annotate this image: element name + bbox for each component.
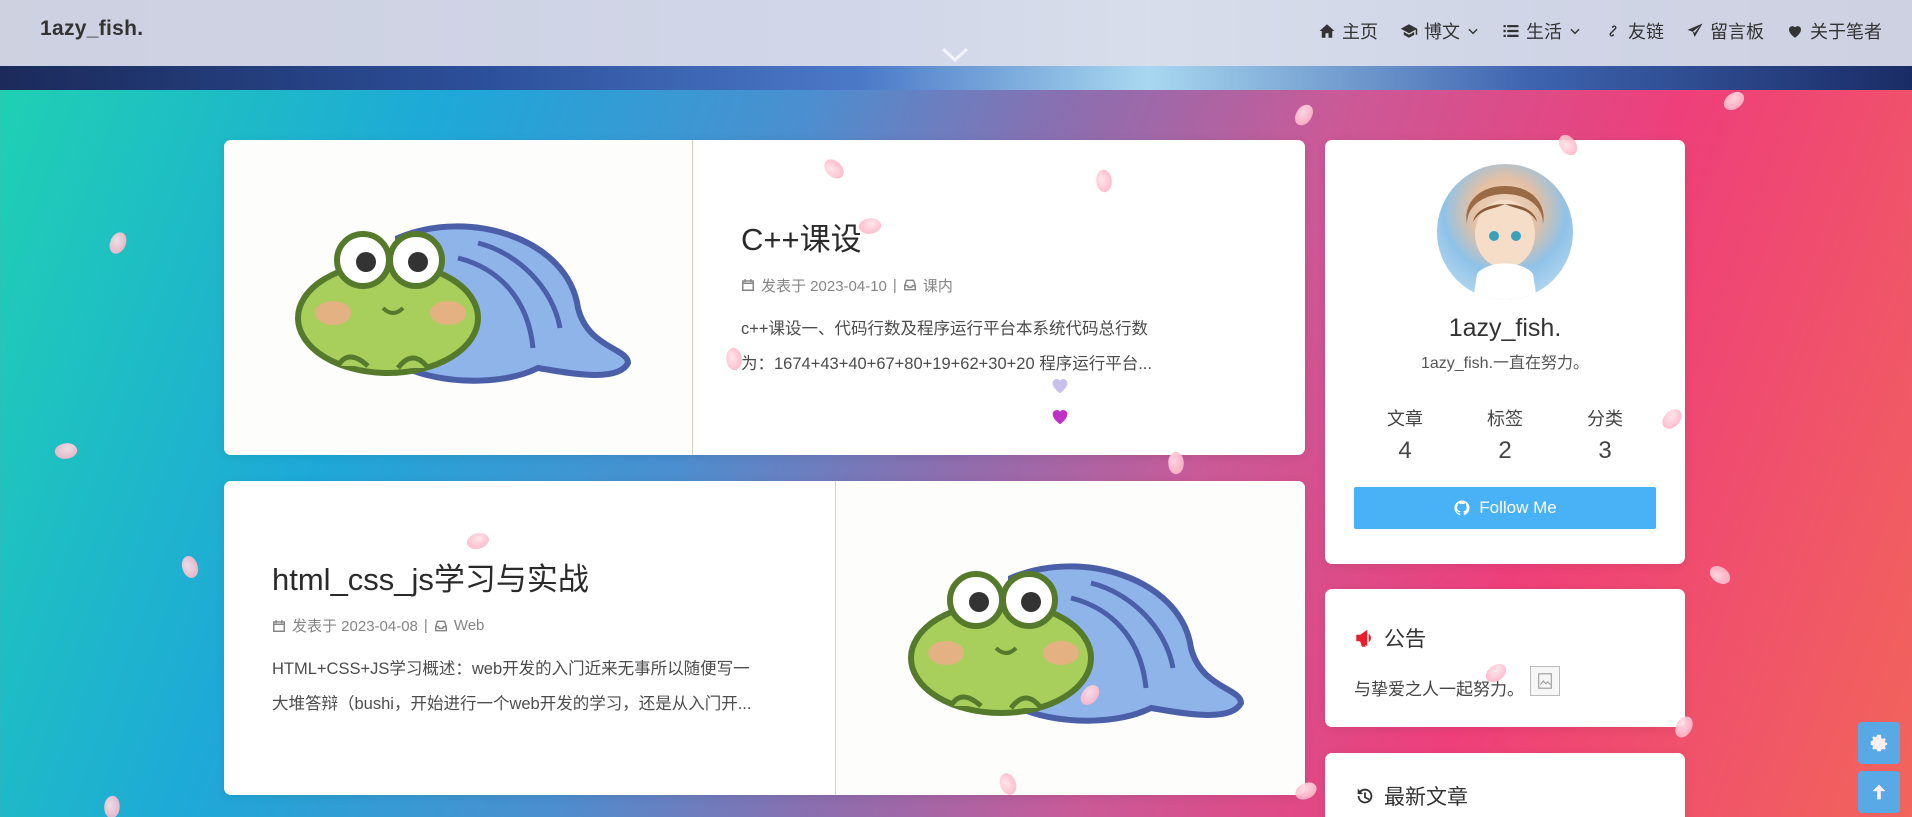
- post-date: 发表于 2023-04-10: [761, 277, 887, 295]
- stat-label: 标签: [1487, 409, 1523, 429]
- nav-item-life[interactable]: 生活: [1502, 18, 1582, 44]
- gear-icon: [1870, 734, 1888, 752]
- post-meta: 发表于 2023-04-08 | Web: [272, 615, 787, 636]
- sakura-petal: [1706, 563, 1734, 587]
- history-icon: [1357, 788, 1373, 804]
- stat-value: 4: [1398, 437, 1412, 464]
- nav-item-home[interactable]: 主页: [1318, 18, 1378, 44]
- nav-item-guestbook[interactable]: 留言板: [1686, 18, 1764, 44]
- post-excerpt: c++课设一、代码行数及程序运行平台本系统代码总行数 为：1674+43+40+…: [741, 312, 1257, 382]
- heart-icon: [1789, 26, 1801, 38]
- stat-label: 文章: [1387, 409, 1423, 429]
- stat-articles[interactable]: 文章 4: [1387, 405, 1423, 465]
- heart-icon: [1052, 379, 1068, 394]
- nav-item-label: 生活: [1526, 22, 1562, 42]
- back-to-top-button[interactable]: [1858, 771, 1900, 813]
- stat-value: 2: [1498, 437, 1512, 464]
- nav-item-posts[interactable]: 博文: [1400, 18, 1480, 44]
- post-info: C++课设 发表于 2023-04-10 | 课内 c++课设一、代码行数及程序…: [693, 140, 1305, 455]
- nav-item-label: 主页: [1342, 22, 1378, 42]
- stat-value: 3: [1598, 437, 1612, 464]
- graduation-cap-icon: [1400, 24, 1418, 38]
- arrow-up-icon: [1872, 784, 1886, 800]
- post-excerpt: HTML+CSS+JS学习概述：web开发的入门近来无事所以随便写一 大堆答辩（…: [272, 652, 787, 722]
- broken-image-icon: [1530, 665, 1560, 696]
- frog-in-blanket-illustration: [295, 222, 632, 384]
- paper-plane-icon: [1687, 23, 1703, 37]
- sakura-petal: [102, 794, 122, 817]
- inbox-icon: [434, 620, 447, 631]
- inbox-icon: [903, 279, 916, 291]
- notice-card: 公告 与挚爱之人一起努力。: [1325, 589, 1685, 727]
- nav-menu: 主页 博文 生活 友链 留言板 关于笔者: [1318, 18, 1882, 44]
- avatar-illustration: [1466, 186, 1544, 300]
- author-profile-card: 1azy_fish. 1azy_fish.一直在努力。 文章 4 标签 2 分类…: [1325, 140, 1685, 564]
- post-title[interactable]: html_css_js学习与实战: [272, 554, 787, 599]
- excerpt-line: HTML+CSS+JS学习概述：web开发的入门近来无事所以随便写一: [272, 660, 750, 678]
- excerpt-line: c++课设一、代码行数及程序运行平台本系统代码总行数: [741, 319, 1149, 338]
- post-date: 发表于 2023-04-08: [292, 618, 418, 635]
- nav-item-label: 友链: [1628, 22, 1664, 42]
- post-meta: 发表于 2023-04-10 | 课内: [741, 275, 1257, 296]
- stat-categories[interactable]: 分类 3: [1587, 405, 1623, 465]
- nav-item-links[interactable]: 友链: [1604, 18, 1664, 44]
- nav-item-label: 关于笔者: [1810, 22, 1882, 42]
- excerpt-line: 为：1674+43+40+67+80+19+62+30+20 程序运行平台...: [741, 354, 1152, 373]
- post-card[interactable]: html_css_js学习与实战 发表于 2023-04-08 | Web HT…: [224, 481, 1305, 795]
- calendar-icon: [742, 279, 754, 291]
- list-icon: [1503, 25, 1519, 37]
- calendar-icon: [273, 619, 285, 632]
- notice-body: 与挚爱之人一起努力。: [1325, 653, 1685, 700]
- post-category[interactable]: Web: [454, 617, 485, 634]
- megaphone-icon: [1356, 629, 1371, 647]
- post-card[interactable]: C++课设 发表于 2023-04-10 | 课内 c++课设一、代码行数及程序…: [224, 140, 1305, 455]
- post-info: html_css_js学习与实战 发表于 2023-04-08 | Web HT…: [224, 481, 835, 795]
- frog-in-blanket-illustration: [907, 563, 1244, 724]
- sakura-petal: [108, 230, 128, 256]
- recent-posts-card: 最新文章: [1325, 753, 1685, 817]
- sakura-petal: [1292, 101, 1316, 129]
- author-name: 1azy_fish.: [1448, 314, 1562, 342]
- scroll-down-icon[interactable]: [940, 46, 970, 64]
- post-thumbnail[interactable]: [224, 140, 693, 455]
- chevron-down-icon: [1570, 28, 1580, 35]
- author-stats: 文章 4 标签 2 分类 3: [1355, 405, 1655, 465]
- heart-icon: [1052, 410, 1068, 425]
- post-title[interactable]: C++课设: [741, 214, 1257, 259]
- meta-separator: |: [892, 276, 897, 294]
- site-brand[interactable]: 1azy_fish.: [40, 17, 143, 41]
- sakura-petal: [52, 439, 80, 463]
- chevron-down-icon: [1468, 28, 1478, 35]
- github-icon: [1454, 500, 1470, 516]
- meta-separator: |: [423, 617, 428, 634]
- author-description: 1azy_fish.一直在努力。: [1420, 355, 1590, 372]
- recent-posts-title: 最新文章: [1384, 786, 1468, 809]
- nav-item-label: 留言板: [1710, 22, 1764, 42]
- stat-label: 分类: [1587, 409, 1623, 429]
- link-icon: [1609, 25, 1617, 37]
- settings-button[interactable]: [1858, 722, 1900, 764]
- nav-item-label: 博文: [1424, 22, 1460, 42]
- notice-title: 公告: [1384, 628, 1426, 651]
- follow-label: Follow Me: [1479, 498, 1557, 517]
- notice-header: 公告: [1325, 589, 1685, 653]
- sakura-petal: [177, 553, 203, 581]
- stat-tags[interactable]: 标签 2: [1487, 405, 1523, 465]
- follow-me-button[interactable]: Follow Me: [1354, 487, 1656, 529]
- home-icon: [1319, 24, 1335, 38]
- post-thumbnail[interactable]: [835, 481, 1305, 795]
- recent-posts-header: 最新文章: [1325, 753, 1685, 811]
- nav-item-about[interactable]: 关于笔者: [1786, 18, 1882, 44]
- avatar[interactable]: [1437, 164, 1573, 300]
- post-category[interactable]: 课内: [923, 275, 953, 296]
- sakura-petal: [1720, 87, 1748, 115]
- excerpt-line: 大堆答辩（bushi，开始进行一个web开发的学习，还是从入门开...: [272, 695, 752, 713]
